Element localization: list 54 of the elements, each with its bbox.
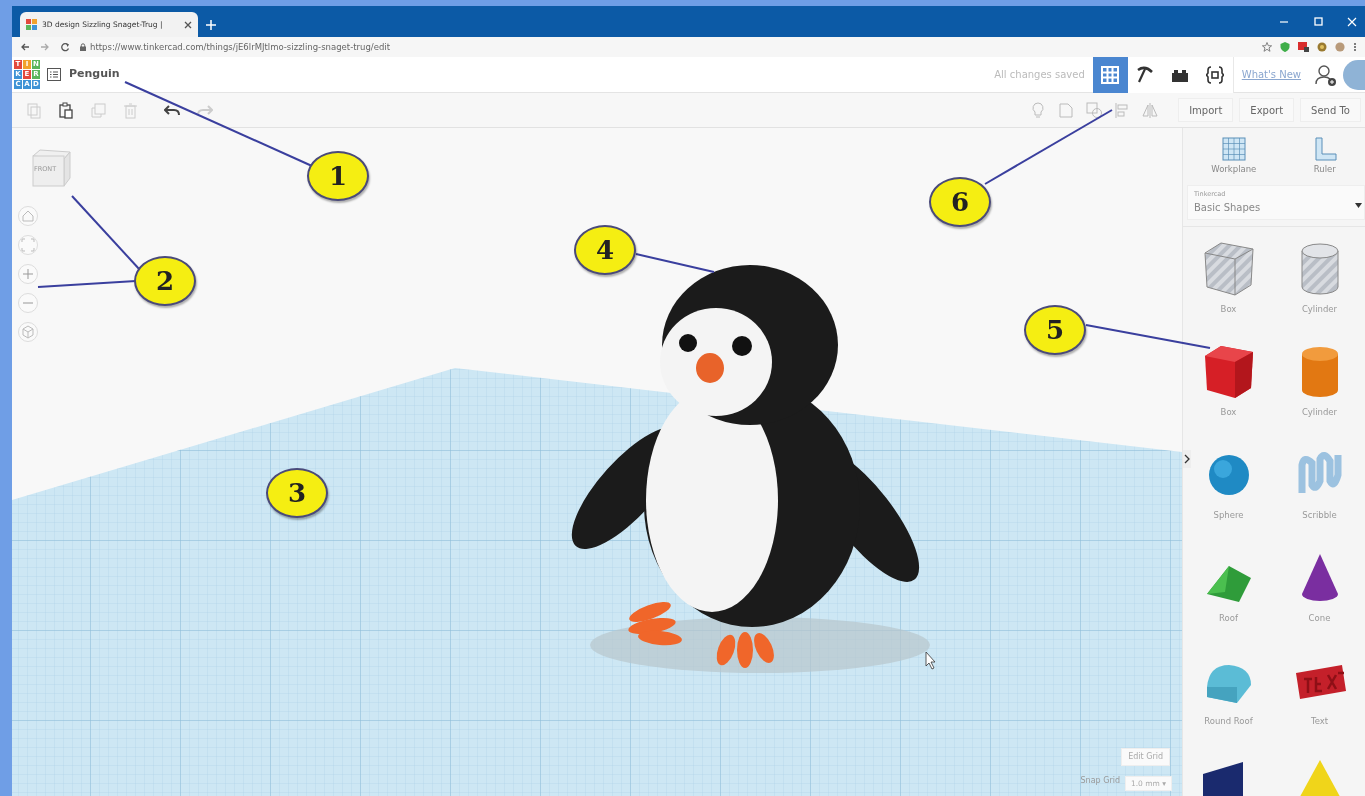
whats-new-link[interactable]: What's New: [1232, 56, 1309, 93]
shape-label: Cylinder: [1301, 405, 1338, 419]
save-status: All changes saved: [994, 68, 1085, 82]
star-icon[interactable]: [1262, 42, 1272, 52]
home-icon: [20, 208, 36, 224]
shape-label: Text: [1310, 714, 1329, 728]
edit-grid-button[interactable]: Edit Grid: [1121, 748, 1170, 766]
code-braces-icon: [1206, 65, 1225, 84]
toolbar-button[interactable]: Export: [1239, 98, 1295, 122]
close-icon[interactable]: [184, 20, 192, 29]
collapse-tab[interactable]: [1183, 450, 1191, 468]
shape-label: Sphere: [1213, 508, 1244, 522]
forward-arrow-icon[interactable]: [40, 42, 50, 52]
snap-grid-label: Snap Grid: [1080, 775, 1120, 787]
shape-label: Box: [1220, 302, 1237, 316]
paste-icon[interactable]: [57, 101, 75, 119]
zoom-in-icon: [20, 266, 36, 282]
more-options-icon[interactable]: [1353, 42, 1357, 52]
toolbar-button[interactable]: Send To: [1300, 98, 1361, 122]
ruler-icon: [1312, 137, 1337, 161]
shape-label: Scribble: [1302, 508, 1337, 522]
caret-icon: [1355, 202, 1362, 208]
profile-icon[interactable]: [1335, 42, 1345, 52]
shape-label: Round Roof: [1204, 714, 1253, 728]
plus-icon[interactable]: [206, 19, 216, 30]
restore-icon[interactable]: [1313, 16, 1323, 27]
pickaxe-icon: [1136, 65, 1155, 84]
reload-icon[interactable]: [60, 42, 70, 52]
panel-tool-button[interactable]: Workplane: [1205, 136, 1263, 177]
shape-label: Cone: [1308, 611, 1331, 625]
project-name[interactable]: Penguin: [69, 66, 120, 83]
back-arrow-icon[interactable]: [20, 42, 30, 52]
penguin-drawing[interactable]: [571, 265, 930, 673]
chevron-right-icon: [1184, 453, 1190, 464]
grid-icon: [1101, 65, 1120, 84]
shape-label: Cylinder: [1301, 302, 1338, 316]
library-name: Basic Shapes: [1194, 200, 1262, 215]
shield-icon[interactable]: [1280, 42, 1290, 52]
workplane-icon: [1221, 137, 1246, 161]
shape-label: Box: [1220, 405, 1237, 419]
shape-label: Roof: [1219, 611, 1238, 625]
lock-icon: [80, 43, 86, 51]
perspective-icon: [20, 324, 36, 340]
fit-view-icon: [20, 237, 36, 253]
ungroup-icon[interactable]: [1086, 101, 1103, 119]
panel-tool-button[interactable]: Ruler: [1306, 136, 1343, 177]
avatar[interactable]: [1343, 59, 1365, 90]
url-text[interactable]: https://www.tinkercad.com/things/jE6lrMJtlmo-sizzling-snaget-trug/edit: [90, 40, 390, 54]
list-icon[interactable]: [47, 68, 61, 81]
toolbar-button[interactable]: Import: [1178, 98, 1234, 122]
favicon-icon: [26, 19, 37, 30]
extension-icon[interactable]: [1298, 42, 1309, 52]
add-user-icon[interactable]: [1315, 63, 1337, 86]
cursor-icon: [925, 651, 936, 670]
